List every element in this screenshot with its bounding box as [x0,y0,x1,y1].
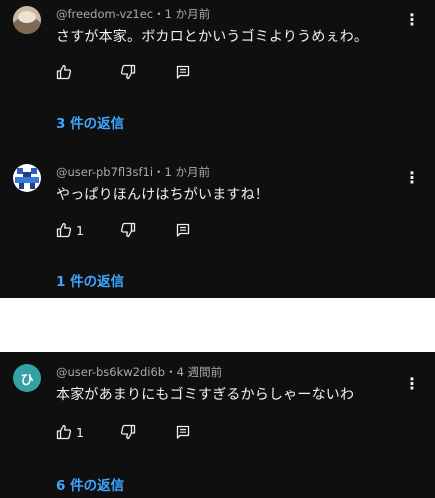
comment-meta: @user-bs6kw2di6b・4 週間前 [56,364,222,380]
reply-icon [176,65,190,79]
comment-time[interactable]: ・4 週間前 [165,365,222,379]
like-button[interactable]: 1 [56,422,84,442]
avatar-letter-icon: ひ [20,372,34,388]
dislike-button[interactable] [120,422,136,442]
avatar[interactable]: ひ [13,364,41,392]
more-options-icon[interactable]: ⋮ [404,168,420,188]
comment-meta: @user-pb7fl3sf1i・1 か月前 [56,164,210,180]
view-replies-button[interactable]: 3 件の返信 [56,112,124,132]
thumb-up-icon [56,424,72,440]
comment-panel: ひ @user-bs6kw2di6b・4 週間前 ⋮ 本家があまりにもゴミすぎる… [0,352,435,498]
thumb-down-icon [120,222,136,238]
view-replies-button[interactable]: 6 件の返信 [56,474,124,494]
dislike-button[interactable] [120,62,136,82]
comment-author[interactable]: @user-bs6kw2di6b [56,365,165,379]
like-count: 1 [76,222,84,238]
reply-button[interactable] [176,220,190,240]
view-replies-button[interactable]: 1 件の返信 [56,270,124,290]
comment-author[interactable]: @user-pb7fl3sf1i [56,165,153,179]
comment-item: @user-pb7fl3sf1i・1 か月前 ⋮ やっぱりほんけはちがいますね！… [0,158,435,298]
like-count: 1 [76,424,84,440]
comment-time[interactable]: ・1 か月前 [153,165,210,179]
avatar[interactable] [13,164,41,192]
more-options-icon[interactable]: ⋮ [404,10,420,30]
comment-panel: @freedom-vz1ec・1 か月前 ⋮ さすが本家。ボカロとかいうゴミより… [0,0,435,298]
reply-icon [176,425,190,439]
reply-button[interactable] [176,422,190,442]
comment-time[interactable]: ・1 か月前 [153,7,210,21]
like-button[interactable]: 1 [56,220,84,240]
avatar[interactable] [13,6,41,34]
thumb-up-icon [56,222,72,238]
avatar-photo-icon [13,6,41,34]
more-options-icon[interactable]: ⋮ [404,374,420,394]
thumb-down-icon [120,424,136,440]
comment-item: @freedom-vz1ec・1 か月前 ⋮ さすが本家。ボカロとかいうゴミより… [0,0,435,140]
thumb-down-icon [120,64,136,80]
comment-author[interactable]: @freedom-vz1ec [56,7,153,21]
reply-button[interactable] [176,62,190,82]
dislike-button[interactable] [120,220,136,240]
comment-text: さすが本家。ボカロとかいうゴミよりうめぇわ。 [56,29,369,45]
reply-icon [176,223,190,237]
avatar-pixel-icon [13,164,41,192]
thumb-up-icon [56,64,72,80]
comment-item: ひ @user-bs6kw2di6b・4 週間前 ⋮ 本家があまりにもゴミすぎる… [0,358,435,498]
comment-text: やっぱりほんけはちがいますね！ [56,187,269,203]
comment-meta: @freedom-vz1ec・1 か月前 [56,6,210,22]
like-button[interactable] [56,62,76,82]
comment-text: 本家があまりにもゴミすぎるからしゃーないわ [56,387,355,403]
